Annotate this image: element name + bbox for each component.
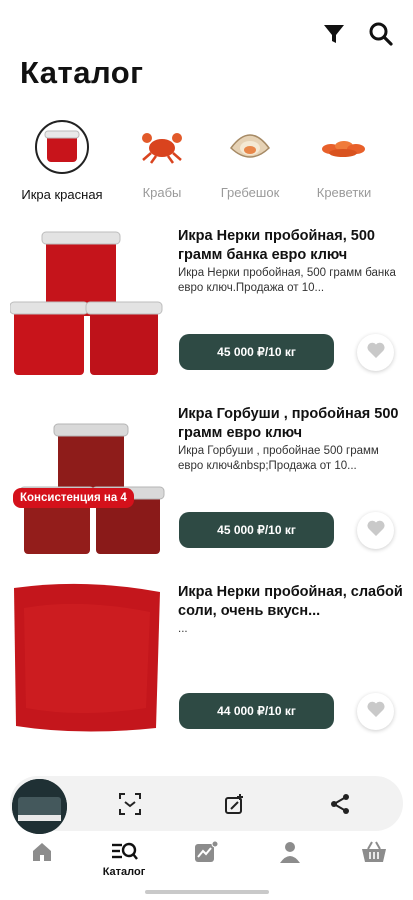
product-card[interactable]: Икра Нерки пробойная, слабой соли, очень…: [0, 578, 413, 750]
nav-basket[interactable]: [344, 838, 404, 866]
product-name: Икра Нерки пробойная, 500 грамм банка ев…: [178, 228, 375, 263]
favorite-button[interactable]: [357, 693, 394, 730]
scan-icon[interactable]: [116, 790, 144, 818]
category-more[interactable]: Д: [360, 120, 413, 200]
nav-analytics[interactable]: [176, 838, 236, 866]
product-badge: Консистенция на 4: [13, 488, 134, 508]
filter-icon[interactable]: [320, 20, 348, 48]
nav-profile[interactable]: [260, 838, 320, 866]
favorite-button[interactable]: [357, 512, 394, 549]
page-title: Каталог: [20, 55, 144, 90]
product-name: Икра Нерки пробойная, слабой соли, очень…: [178, 584, 403, 619]
profile-icon: [260, 838, 320, 866]
nav-catalog[interactable]: Каталог: [94, 838, 154, 878]
crab-icon: [136, 120, 188, 172]
catalog-search-icon: [94, 838, 154, 866]
product-image: [10, 578, 165, 738]
heart-icon: [366, 700, 386, 723]
category-scallop[interactable]: Гребешок: [204, 120, 296, 200]
product-image: [9, 222, 165, 382]
category-label: Д: [360, 185, 413, 200]
quick-actions-bar: [10, 776, 403, 834]
search-icon[interactable]: [367, 20, 395, 48]
category-crabs[interactable]: Крабы: [116, 120, 208, 200]
price-button[interactable]: 45 000 ₽/10 кг: [179, 512, 334, 548]
price-button[interactable]: 44 000 ₽/10 кг: [179, 693, 334, 729]
share-icon[interactable]: [326, 790, 354, 818]
product-description: Икра Нерки пробойная, 500 грамм банка ев…: [178, 267, 396, 294]
nav-label: Каталог: [102, 866, 146, 878]
product-card[interactable]: Икра Нерки пробойная, 500 грамм банка ев…: [0, 222, 413, 394]
heart-icon: [366, 519, 386, 542]
product-card[interactable]: Икра Горбуши , пробойная 500 грамм евро …: [0, 400, 413, 572]
category-label: Гребешок: [220, 185, 280, 200]
bottom-navigation: Каталог: [0, 838, 413, 883]
chart-icon: [176, 838, 236, 866]
red-caviar-icon: [35, 120, 89, 174]
product-name: Икра Горбуши , пробойная 500 грамм евро …: [178, 406, 399, 441]
basket-icon: [344, 838, 404, 866]
nav-home[interactable]: [12, 838, 72, 866]
home-indicator: [145, 890, 269, 894]
category-label: Крабы: [142, 185, 182, 200]
category-strip[interactable]: Икра красная Крабы Гребешок Креветки Д: [0, 120, 413, 210]
product-description: Икра Горбуши , пробойнае 500 грамм евро …: [178, 445, 379, 472]
home-icon: [12, 838, 72, 866]
category-label: Икра красная: [21, 187, 103, 202]
edit-image-icon[interactable]: [222, 790, 250, 818]
price-button[interactable]: 45 000 ₽/10 кг: [179, 334, 334, 370]
product-image: [10, 400, 165, 560]
category-red-caviar[interactable]: Икра красная: [16, 120, 108, 202]
top-bar: [0, 0, 413, 60]
favorite-button[interactable]: [357, 334, 394, 371]
app-thumbnail[interactable]: [12, 779, 67, 834]
product-description: ...: [178, 623, 188, 635]
scallop-icon: [224, 120, 276, 172]
heart-icon: [366, 341, 386, 364]
